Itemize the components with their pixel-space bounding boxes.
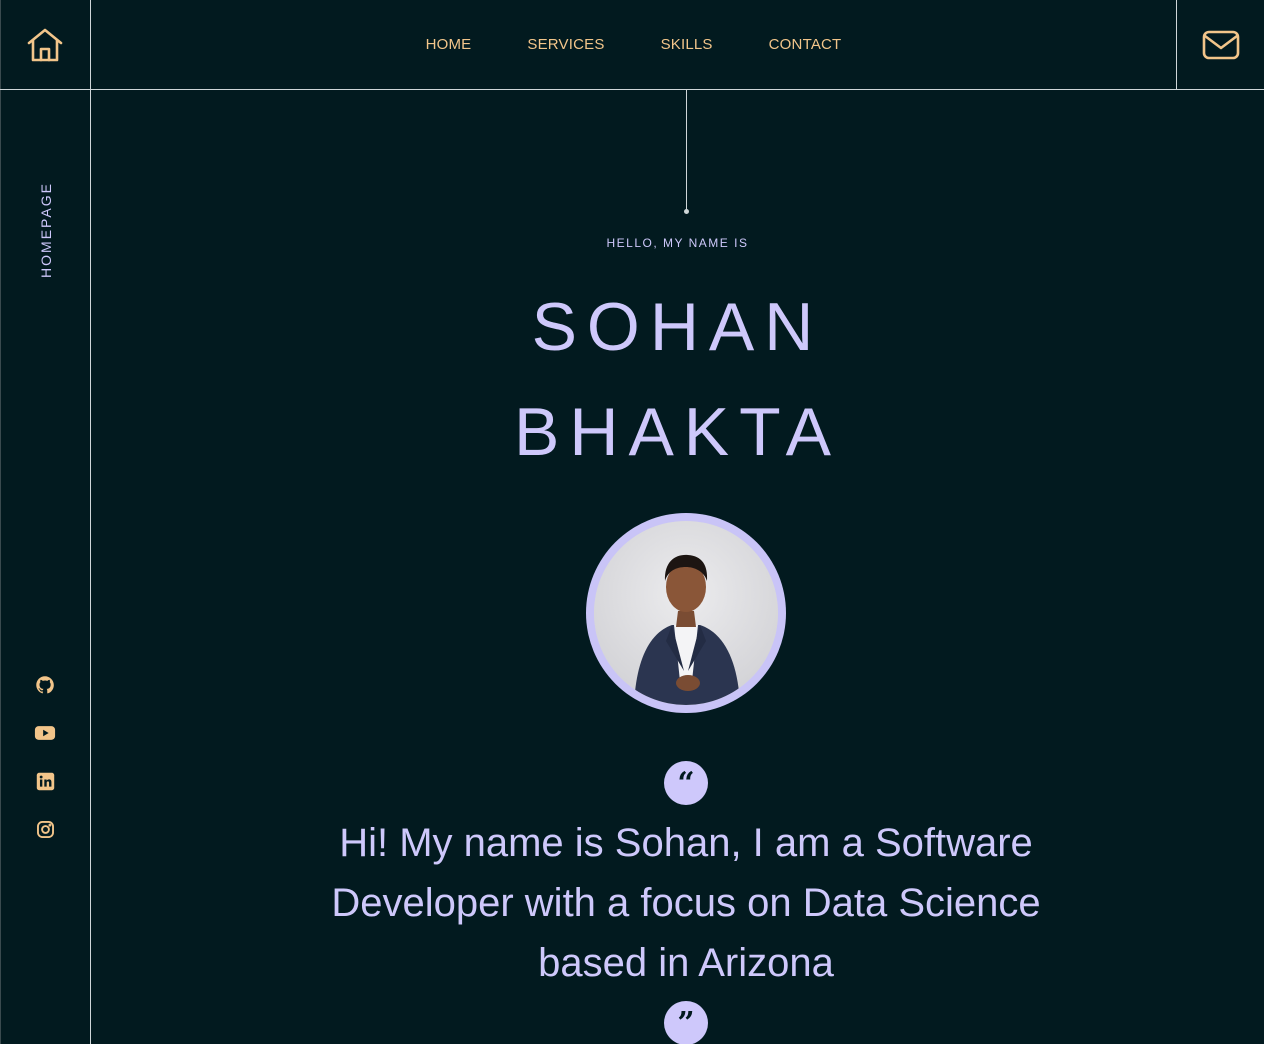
sidebar-page-label: HOMEPAGE bbox=[38, 182, 54, 278]
sidebar-divider bbox=[90, 0, 91, 1044]
hero-line-dot bbox=[684, 209, 689, 214]
nav-skills[interactable]: SKILLS bbox=[661, 36, 713, 53]
header-divider bbox=[0, 89, 1264, 90]
nav-contact[interactable]: CONTACT bbox=[769, 36, 842, 53]
avatar-photo bbox=[594, 521, 778, 705]
home-button[interactable] bbox=[0, 0, 90, 89]
nav-home[interactable]: HOME bbox=[426, 36, 472, 53]
youtube-link[interactable] bbox=[34, 722, 56, 744]
home-icon bbox=[27, 28, 63, 61]
linkedin-icon bbox=[36, 772, 54, 790]
nav-services[interactable]: SERVICES bbox=[527, 36, 604, 53]
hero-greeting: HELLO, MY NAME IS bbox=[606, 236, 749, 250]
main-nav: HOME SERVICES SKILLS CONTACT bbox=[91, 0, 1176, 89]
mail-icon bbox=[1202, 30, 1239, 59]
avatar bbox=[586, 513, 786, 713]
hero-vertical-line bbox=[686, 90, 687, 210]
quote-close-icon: ” bbox=[664, 1001, 708, 1044]
social-links bbox=[0, 674, 90, 866]
github-icon bbox=[36, 676, 54, 694]
instagram-icon bbox=[36, 820, 54, 838]
quote-open-icon: “ bbox=[664, 761, 708, 805]
portfolio-page: HOME SERVICES SKILLS CONTACT HOMEPAGE HE… bbox=[0, 0, 1264, 1044]
youtube-icon bbox=[34, 726, 56, 740]
instagram-link[interactable] bbox=[34, 818, 56, 840]
frame-line-outer bbox=[0, 0, 1, 1044]
github-link[interactable] bbox=[34, 674, 56, 696]
hero-first-name: SOHAN bbox=[531, 289, 824, 365]
hero-last-name: BHAKTA bbox=[513, 394, 842, 470]
linkedin-link[interactable] bbox=[34, 770, 56, 792]
hero-quote: Hi! My name is Sohan, I am a Software De… bbox=[331, 821, 1041, 985]
mail-button[interactable] bbox=[1177, 0, 1264, 89]
